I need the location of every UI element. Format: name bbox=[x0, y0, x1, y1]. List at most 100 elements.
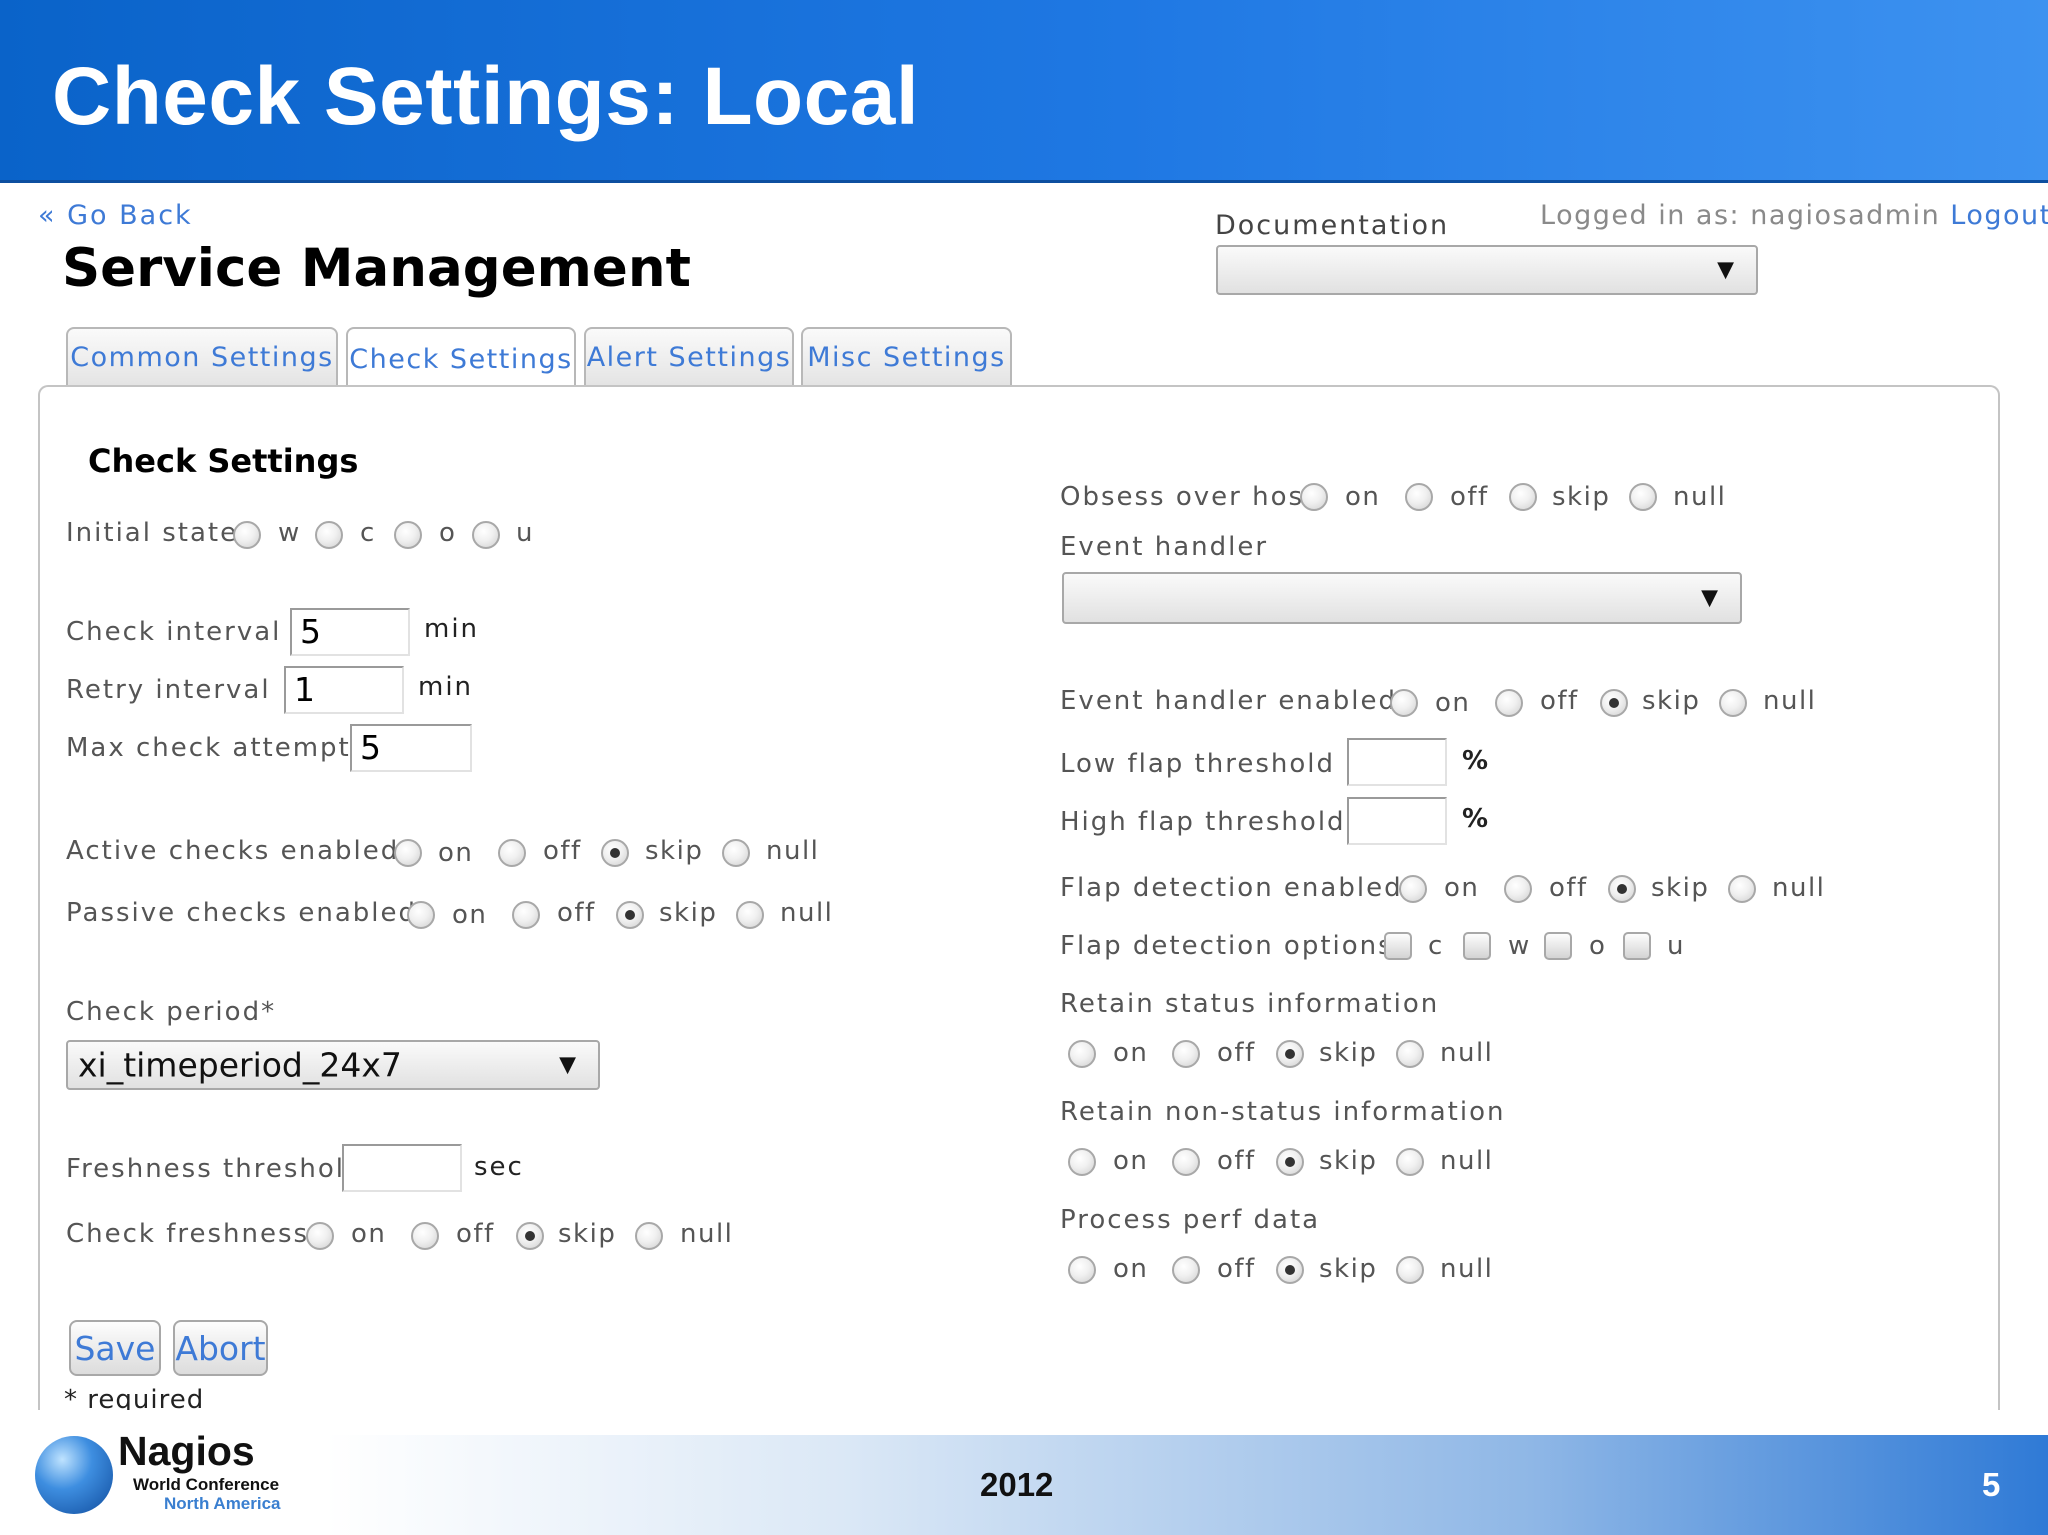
retain-nonstatus-null-radio[interactable] bbox=[1396, 1148, 1424, 1176]
active-checks-off-label: off bbox=[543, 836, 582, 866]
passive-checks-label: Passive checks enabled bbox=[66, 898, 417, 928]
active-checks-null-label: null bbox=[766, 836, 820, 866]
obsess-null-radio[interactable] bbox=[1629, 483, 1657, 511]
event-handler-select[interactable]: ▼ bbox=[1062, 572, 1742, 624]
retain-status-skip-radio[interactable] bbox=[1276, 1040, 1304, 1068]
passive-checks-null-radio[interactable] bbox=[736, 901, 764, 929]
check-freshness-off-label: off bbox=[456, 1219, 495, 1249]
check-period-value: xi_timeperiod_24x7 bbox=[78, 1045, 402, 1085]
retry-interval-unit: min bbox=[418, 672, 474, 702]
slide-title: Check Settings: Local bbox=[52, 51, 920, 142]
high-flap-unit: % bbox=[1462, 804, 1491, 834]
initial-state-u-radio[interactable] bbox=[472, 521, 500, 549]
perf-data-skip-label: skip bbox=[1319, 1254, 1378, 1284]
passive-checks-on-radio[interactable] bbox=[407, 901, 435, 929]
low-flap-threshold-input[interactable] bbox=[1347, 738, 1447, 786]
go-back-link[interactable]: « Go Back bbox=[38, 200, 193, 231]
abort-button[interactable]: Abort bbox=[173, 1320, 268, 1376]
globe-icon bbox=[35, 1436, 113, 1514]
check-freshness-null-label: null bbox=[680, 1219, 734, 1249]
check-interval-input[interactable]: 5 bbox=[290, 608, 410, 656]
save-button[interactable]: Save bbox=[69, 1320, 161, 1376]
freshness-threshold-input[interactable] bbox=[342, 1144, 462, 1192]
check-freshness-on-label: on bbox=[351, 1219, 387, 1249]
perf-data-off-radio[interactable] bbox=[1172, 1256, 1200, 1284]
max-check-attempts-input[interactable]: 5 bbox=[350, 724, 472, 772]
flap-option-c-checkbox[interactable] bbox=[1384, 932, 1412, 960]
flap-option-c-label: c bbox=[1428, 931, 1444, 961]
obsess-on-radio[interactable] bbox=[1300, 483, 1328, 511]
active-checks-on-radio[interactable] bbox=[394, 839, 422, 867]
event-handler-off-label: off bbox=[1540, 686, 1579, 716]
flap-detection-on-label: on bbox=[1444, 873, 1480, 903]
check-freshness-skip-radio[interactable] bbox=[516, 1222, 544, 1250]
low-flap-unit: % bbox=[1462, 746, 1491, 776]
documentation-select[interactable]: ▼ bbox=[1216, 245, 1758, 295]
process-perf-data-label: Process perf data bbox=[1060, 1205, 1321, 1235]
retain-status-off-radio[interactable] bbox=[1172, 1040, 1200, 1068]
perf-data-skip-radio[interactable] bbox=[1276, 1256, 1304, 1284]
check-interval-label: Check interval bbox=[66, 617, 282, 647]
passive-checks-off-radio[interactable] bbox=[512, 901, 540, 929]
initial-state-o-label: o bbox=[439, 518, 457, 548]
logged-in-prefix: Logged in as: bbox=[1540, 200, 1741, 231]
page-title: Service Management bbox=[62, 238, 691, 299]
flap-detection-off-radio[interactable] bbox=[1504, 875, 1532, 903]
initial-state-w-radio[interactable] bbox=[233, 521, 261, 549]
perf-data-off-label: off bbox=[1217, 1254, 1256, 1284]
event-handler-on-label: on bbox=[1435, 688, 1471, 718]
active-checks-skip-radio[interactable] bbox=[601, 839, 629, 867]
tab-check-settings[interactable]: Check Settings bbox=[346, 327, 576, 389]
active-checks-null-radio[interactable] bbox=[722, 839, 750, 867]
flap-detection-on-radio[interactable] bbox=[1399, 875, 1427, 903]
freshness-threshold-label: Freshness threshold bbox=[66, 1154, 364, 1184]
retain-status-on-radio[interactable] bbox=[1068, 1040, 1096, 1068]
active-checks-on-label: on bbox=[438, 838, 474, 868]
retain-nonstatus-skip-radio[interactable] bbox=[1276, 1148, 1304, 1176]
footer-year: 2012 bbox=[980, 1466, 1054, 1503]
flap-detection-null-radio[interactable] bbox=[1728, 875, 1756, 903]
flap-detection-null-label: null bbox=[1772, 873, 1826, 903]
tab-misc-settings[interactable]: Misc Settings bbox=[801, 327, 1012, 385]
retain-status-null-radio[interactable] bbox=[1396, 1040, 1424, 1068]
perf-data-on-radio[interactable] bbox=[1068, 1256, 1096, 1284]
check-freshness-off-radio[interactable] bbox=[411, 1222, 439, 1250]
perf-data-null-radio[interactable] bbox=[1396, 1256, 1424, 1284]
event-handler-null-radio[interactable] bbox=[1719, 689, 1747, 717]
passive-checks-skip-label: skip bbox=[659, 898, 718, 928]
event-handler-off-radio[interactable] bbox=[1495, 689, 1523, 717]
initial-state-c-radio[interactable] bbox=[315, 521, 343, 549]
retain-nonstatus-label: Retain non-status information bbox=[1060, 1097, 1506, 1127]
active-checks-skip-label: skip bbox=[645, 836, 704, 866]
tab-common-settings[interactable]: Common Settings bbox=[66, 327, 338, 385]
obsess-off-radio[interactable] bbox=[1405, 483, 1433, 511]
flap-option-o-label: o bbox=[1589, 931, 1607, 961]
documentation-label: Documentation bbox=[1215, 210, 1450, 241]
flap-detection-skip-radio[interactable] bbox=[1608, 875, 1636, 903]
freshness-threshold-unit: sec bbox=[474, 1152, 524, 1182]
passive-checks-null-label: null bbox=[780, 898, 834, 928]
check-freshness-on-radio[interactable] bbox=[306, 1222, 334, 1250]
retain-nonstatus-on-radio[interactable] bbox=[1068, 1148, 1096, 1176]
check-freshness-null-radio[interactable] bbox=[635, 1222, 663, 1250]
initial-state-o-radio[interactable] bbox=[394, 521, 422, 549]
username: nagiosadmin bbox=[1750, 200, 1941, 231]
passive-checks-skip-radio[interactable] bbox=[616, 901, 644, 929]
flap-option-w-checkbox[interactable] bbox=[1463, 932, 1491, 960]
flap-option-o-checkbox[interactable] bbox=[1544, 932, 1572, 960]
event-handler-on-radio[interactable] bbox=[1390, 689, 1418, 717]
retry-interval-input[interactable]: 1 bbox=[284, 666, 404, 714]
tab-alert-settings[interactable]: Alert Settings bbox=[584, 327, 794, 385]
obsess-skip-radio[interactable] bbox=[1509, 483, 1537, 511]
high-flap-threshold-input[interactable] bbox=[1347, 797, 1447, 845]
max-check-attempts-label: Max check attempts bbox=[66, 733, 367, 763]
flap-option-u-checkbox[interactable] bbox=[1623, 932, 1651, 960]
logout-link[interactable]: Logout bbox=[1950, 200, 2048, 231]
obsess-skip-label: skip bbox=[1552, 482, 1611, 512]
retry-interval-label: Retry interval bbox=[66, 675, 271, 705]
retain-nonstatus-off-radio[interactable] bbox=[1172, 1148, 1200, 1176]
event-handler-skip-radio[interactable] bbox=[1600, 689, 1628, 717]
active-checks-off-radio[interactable] bbox=[498, 839, 526, 867]
check-period-select[interactable]: xi_timeperiod_24x7 ▼ bbox=[66, 1040, 600, 1090]
check-interval-unit: min bbox=[424, 614, 480, 644]
